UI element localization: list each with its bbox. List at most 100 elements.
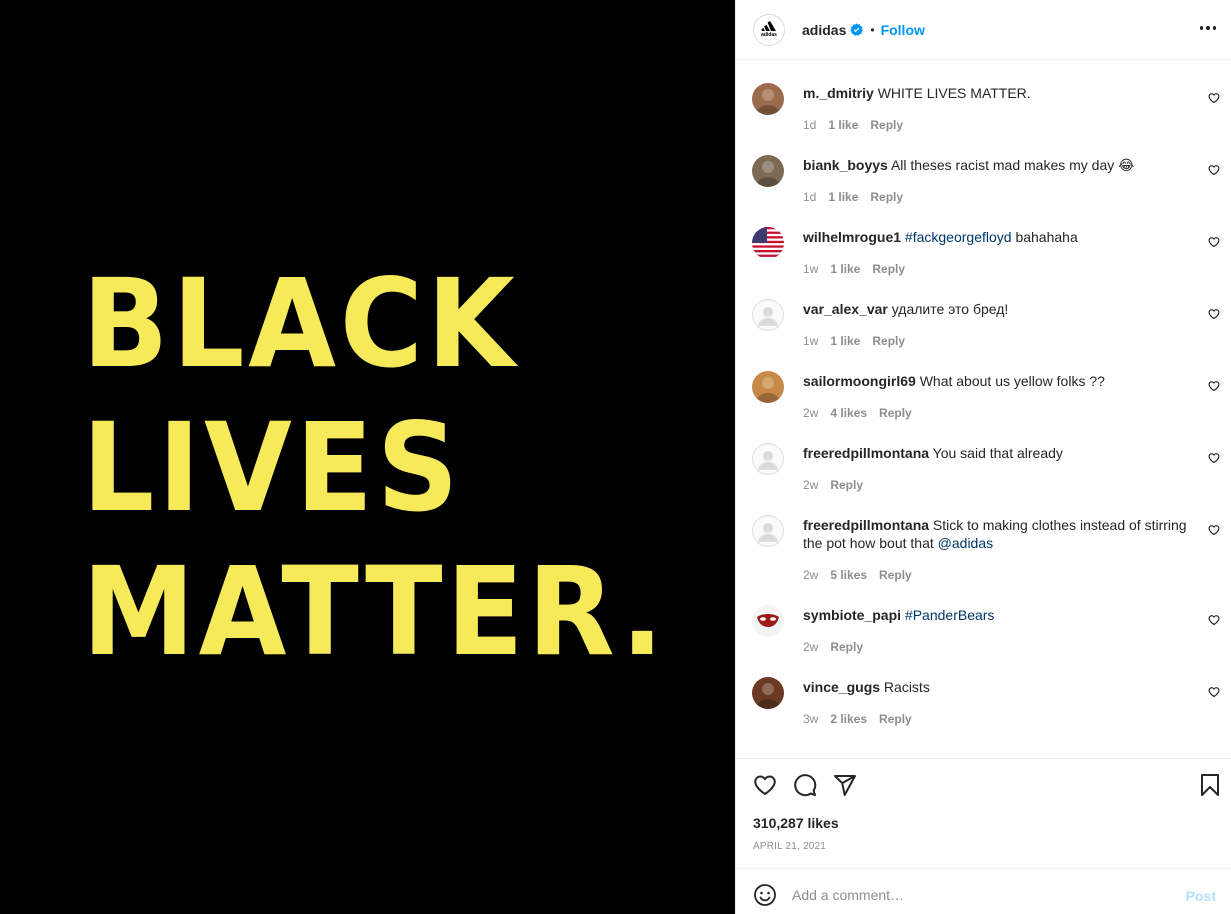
avatar[interactable]: adidas [753,13,785,46]
comment-like-heart-icon[interactable] [1208,164,1220,176]
avatar-label: adidas [761,32,777,38]
follow-button[interactable]: Follow [881,22,925,38]
avatar[interactable] [752,677,784,709]
comment-like-heart-icon[interactable] [1208,236,1220,248]
reply-button[interactable]: Reply [879,712,912,726]
comment-time[interactable]: 1d [803,190,816,204]
comment-text: m._dmitriy WHITE LIVES MATTER. [803,84,1193,102]
comment-composer: Post [736,868,1231,914]
reply-button[interactable]: Reply [870,118,903,132]
comment-item: var_alex_var удалите это бред! 1w 1 like Re… [736,277,1231,349]
comment-content: bahahaha [1011,229,1078,245]
avatar[interactable] [752,227,784,259]
comment-username[interactable]: var_alex_var [803,301,888,317]
adidas-logo-icon [761,21,776,31]
post-image-text: BLACK LIVES MATTER. [82,252,667,684]
comment-content: What about us yellow folks ?? [919,373,1105,389]
comment-likes[interactable]: 1 like [828,118,858,132]
comment-likes[interactable]: 5 likes [830,568,867,582]
comment-text: symbiote_papi #PanderBears [803,606,1193,624]
comment-time[interactable]: 2w [803,568,818,582]
avatar[interactable] [752,299,784,331]
comment-username[interactable]: sailormoongirl69 [803,373,916,389]
comment-username[interactable]: wilhelmrogue1 [803,229,901,245]
likes-count[interactable]: 310,287 likes [753,815,839,831]
comment-content: удалите это бред! [891,301,1009,317]
reply-button[interactable]: Reply [872,262,905,276]
reply-button[interactable]: Reply [879,406,912,420]
comment-likes[interactable]: 4 likes [830,406,867,420]
avatar[interactable] [752,605,784,637]
comment-item: sailormoongirl69 What about us yellow fo… [736,349,1231,421]
comment-like-heart-icon[interactable] [1208,614,1220,626]
comment-content: You said that already [932,445,1063,461]
comment-link[interactable]: #PanderBears [905,607,995,623]
comment-meta: 1d 1 like Reply [803,190,903,204]
post-date: APRIL 21, 2021 [753,841,827,852]
comment-text: biank_boyys All theses racist mad makes … [803,156,1193,174]
comment-meta: 2w Reply [803,640,863,654]
comment-input[interactable] [792,882,1172,908]
comment-bubble-icon[interactable] [793,773,817,797]
comment-link[interactable]: @adidas [938,535,993,551]
comment-time[interactable]: 2w [803,640,818,654]
post-author-username[interactable]: adidas [802,22,846,38]
comment-item: vince_gugs Racists 3w 2 likes Reply [736,655,1231,727]
comment-item: biank_boyys All theses racist mad makes … [736,133,1231,205]
avatar[interactable] [752,155,784,187]
post-image[interactable]: BLACK LIVES MATTER. [0,0,735,914]
avatar[interactable] [752,443,784,475]
comment-like-heart-icon[interactable] [1208,452,1220,464]
comment-username[interactable]: symbiote_papi [803,607,901,623]
comment-time[interactable]: 2w [803,478,818,492]
comment-time[interactable]: 1w [803,262,818,276]
comment-username[interactable]: vince_gugs [803,679,880,695]
comment-text: vince_gugs Racists [803,678,1193,696]
comment-like-heart-icon[interactable] [1208,380,1220,392]
avatar[interactable] [752,515,784,547]
comment-like-heart-icon[interactable] [1208,308,1220,320]
post-actions: 310,287 likes APRIL 21, 2021 [736,758,1231,868]
emoji-icon[interactable] [753,883,777,907]
comments-list[interactable]: m._dmitriy WHITE LIVES MATTER. 1d 1 like Re… [736,61,1231,758]
comment-time[interactable]: 3w [803,712,818,726]
bookmark-icon[interactable] [1198,773,1222,797]
comment-time[interactable]: 2w [803,406,818,420]
comment-like-heart-icon[interactable] [1208,686,1220,698]
comment-like-heart-icon[interactable] [1208,524,1220,536]
heart-icon[interactable] [753,773,777,797]
comment-time[interactable]: 1w [803,334,818,348]
more-options-icon[interactable] [1199,22,1216,34]
comment-content: WHITE LIVES MATTER. [877,85,1031,101]
comment-likes[interactable]: 1 like [830,262,860,276]
comment-likes[interactable]: 2 likes [830,712,867,726]
reply-button[interactable]: Reply [870,190,903,204]
comment-item: wilhelmrogue1 #fackgeorgefloyd bahahaha 1… [736,205,1231,277]
comment-likes[interactable]: 1 like [830,334,860,348]
comment-meta: 1w 1 like Reply [803,334,905,348]
comment-item: freeredpillmontana Stick to making cloth… [736,493,1231,582]
reply-button[interactable]: Reply [872,334,905,348]
avatar[interactable] [752,371,784,403]
comment-username[interactable]: freeredpillmontana [803,517,929,533]
reply-button[interactable]: Reply [830,478,863,492]
comment-item: freeredpillmontana You said that already… [736,421,1231,493]
comment-like-heart-icon[interactable] [1208,92,1220,104]
post-button[interactable]: Post [1186,888,1216,904]
comment-text: sailormoongirl69 What about us yellow fo… [803,372,1193,390]
post-header: adidas adidas • Follow [736,0,1231,60]
avatar[interactable] [752,83,784,115]
comment-time[interactable]: 1d [803,118,816,132]
paper-plane-icon[interactable] [833,773,857,797]
header-separator: • [870,22,875,37]
comment-username[interactable]: m._dmitriy [803,85,874,101]
reply-button[interactable]: Reply [879,568,912,582]
comment-username[interactable]: biank_boyys [803,157,888,173]
post-image-line-3: MATTER. [82,541,668,683]
comment-text: var_alex_var удалите это бред! [803,300,1193,318]
comment-text: freeredpillmontana Stick to making cloth… [803,516,1193,552]
reply-button[interactable]: Reply [830,640,863,654]
comment-likes[interactable]: 1 like [828,190,858,204]
comment-username[interactable]: freeredpillmontana [803,445,929,461]
comment-link[interactable]: #fackgeorgefloyd [905,229,1012,245]
